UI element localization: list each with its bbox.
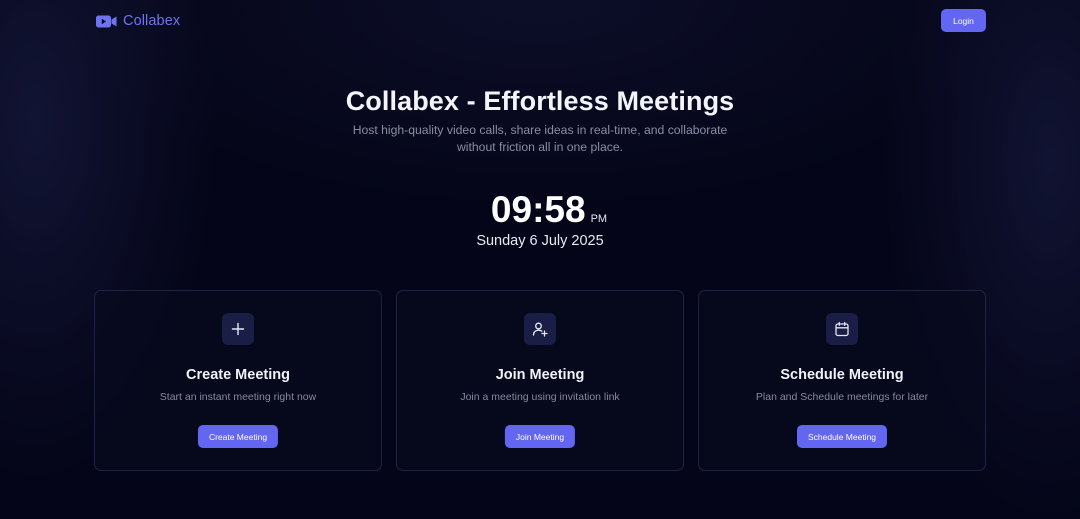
calendar-icon	[835, 321, 849, 337]
card-description: Plan and Schedule meetings for later	[755, 391, 929, 403]
card-description: Join a meeting using invitation link	[460, 391, 620, 403]
login-button[interactable]: Login	[941, 9, 986, 32]
card-title: Schedule Meeting	[780, 367, 904, 383]
brand-logo[interactable]: Collabex	[96, 12, 180, 30]
schedule-meeting-button[interactable]: Schedule Meeting	[796, 425, 888, 448]
plus-icon	[231, 322, 245, 336]
card-title: Create Meeting	[186, 367, 290, 383]
brand-name: Collabex	[123, 13, 181, 29]
clock: 09:58 PM	[0, 189, 1080, 231]
create-meeting-button[interactable]: Create Meeting	[197, 425, 279, 448]
join-meeting-card: Join Meeting Join a meeting using invita…	[396, 290, 684, 471]
card-description: Start an instant meeting right now	[159, 391, 317, 403]
clock-date: Sunday 6 July 2025	[476, 233, 604, 249]
join-meeting-button[interactable]: Join Meeting	[504, 425, 576, 448]
join-meeting-icon-box	[524, 313, 556, 345]
video-camera-icon	[96, 15, 117, 27]
page-title: Collabex - Effortless Meetings	[345, 86, 735, 116]
schedule-meeting-icon-box	[826, 313, 858, 345]
schedule-meeting-card: Schedule Meeting Plan and Schedule meeti…	[698, 290, 986, 471]
page-subtitle: Host high-quality video calls, share ide…	[352, 123, 728, 154]
user-plus-icon	[532, 322, 548, 337]
clock-time: 09:58	[490, 189, 586, 230]
clock-ampm: PM	[590, 213, 608, 225]
create-meeting-icon-box	[222, 313, 254, 345]
create-meeting-card: Create Meeting Start an instant meeting …	[94, 290, 382, 471]
card-title: Join Meeting	[495, 367, 585, 383]
